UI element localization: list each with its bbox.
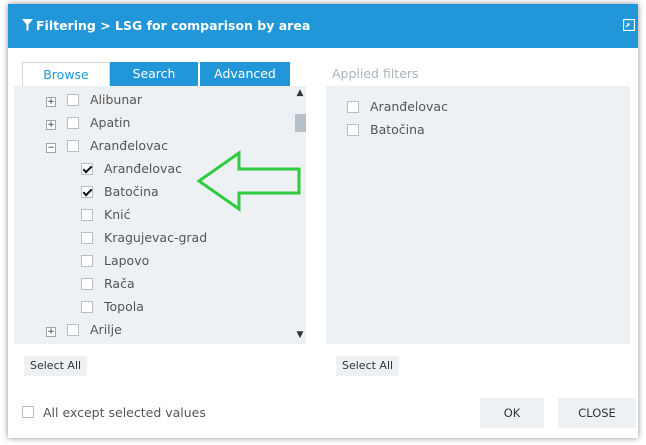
dialog-title: Filtering > LSG for comparison by area (36, 18, 311, 33)
tree-row[interactable]: Topola (14, 298, 292, 320)
applied-filters-panel: Aranđelovac Batočina (326, 86, 630, 344)
collapse-icon[interactable]: − (46, 143, 56, 153)
tree-checkbox[interactable] (81, 255, 93, 267)
tree-checkbox[interactable] (67, 140, 79, 152)
tab-browse[interactable]: Browse (22, 62, 110, 86)
applied-filter-item[interactable]: Aranđelovac (326, 98, 606, 120)
tree-checkbox[interactable] (67, 324, 79, 336)
select-all-button-left[interactable]: Select All (24, 356, 88, 376)
restore-icon[interactable] (623, 19, 635, 31)
applied-filter-item[interactable]: Batočina (326, 121, 606, 143)
tree-row[interactable]: Lapovo (14, 252, 292, 274)
scroll-thumb[interactable] (295, 114, 306, 132)
tree-checkbox[interactable] (67, 94, 79, 106)
tab-search[interactable]: Search (110, 62, 198, 86)
tree-row[interactable]: Rača (14, 275, 292, 297)
tree-row[interactable]: + Arilje (14, 321, 292, 343)
tree-checkbox[interactable] (81, 209, 93, 221)
tree-checkbox[interactable] (81, 186, 93, 198)
expand-icon[interactable]: + (46, 97, 56, 107)
tree-checkbox[interactable] (81, 301, 93, 313)
tree-label: Rača (104, 276, 135, 291)
tree-label: Batočina (104, 184, 159, 199)
ok-button[interactable]: OK (480, 398, 544, 428)
tree-label: Apatin (90, 115, 131, 130)
tree-row[interactable]: Kragujevac-grad (14, 229, 292, 251)
tree-row[interactable]: + Apatin (14, 114, 292, 136)
except-checkbox[interactable] (22, 406, 34, 418)
tree-checkbox[interactable] (67, 117, 79, 129)
expand-icon[interactable]: + (46, 327, 56, 337)
tree-label: Kragujevac-grad (104, 230, 208, 245)
select-all-button-right[interactable]: Select All (336, 356, 400, 376)
filter-icon (22, 19, 33, 31)
left-arrow-annotation (196, 150, 301, 212)
applied-filters-title: Applied filters (332, 66, 419, 81)
applied-label: Batočina (370, 122, 425, 137)
tab-bar: Browse Search Advanced (14, 62, 290, 86)
except-label: All except selected values (43, 405, 206, 420)
dialog-titlebar: Filtering > LSG for comparison by area (8, 4, 638, 48)
applied-checkbox[interactable] (347, 124, 359, 136)
tree-label: Arilje (90, 322, 122, 337)
tree-label: Aranđelovac (90, 138, 168, 153)
tree-checkbox[interactable] (81, 163, 93, 175)
tree-label: Topola (104, 299, 144, 314)
tree-label: Lapovo (104, 253, 150, 268)
tab-advanced[interactable]: Advanced (200, 62, 290, 86)
tree-checkbox[interactable] (81, 278, 93, 290)
tree-checkbox[interactable] (81, 232, 93, 244)
tree-row[interactable]: + Alibunar (14, 91, 292, 113)
tree-label: Aranđelovac (104, 161, 182, 176)
applied-label: Aranđelovac (370, 99, 448, 114)
applied-checkbox[interactable] (347, 101, 359, 113)
tree-label: Knić (104, 207, 131, 222)
tree-label: Alibunar (90, 92, 143, 107)
scroll-down-icon[interactable]: ▼ (294, 330, 306, 340)
expand-icon[interactable]: + (46, 120, 56, 130)
close-button[interactable]: CLOSE (558, 398, 636, 428)
scroll-up-icon[interactable]: ▲ (294, 88, 306, 98)
